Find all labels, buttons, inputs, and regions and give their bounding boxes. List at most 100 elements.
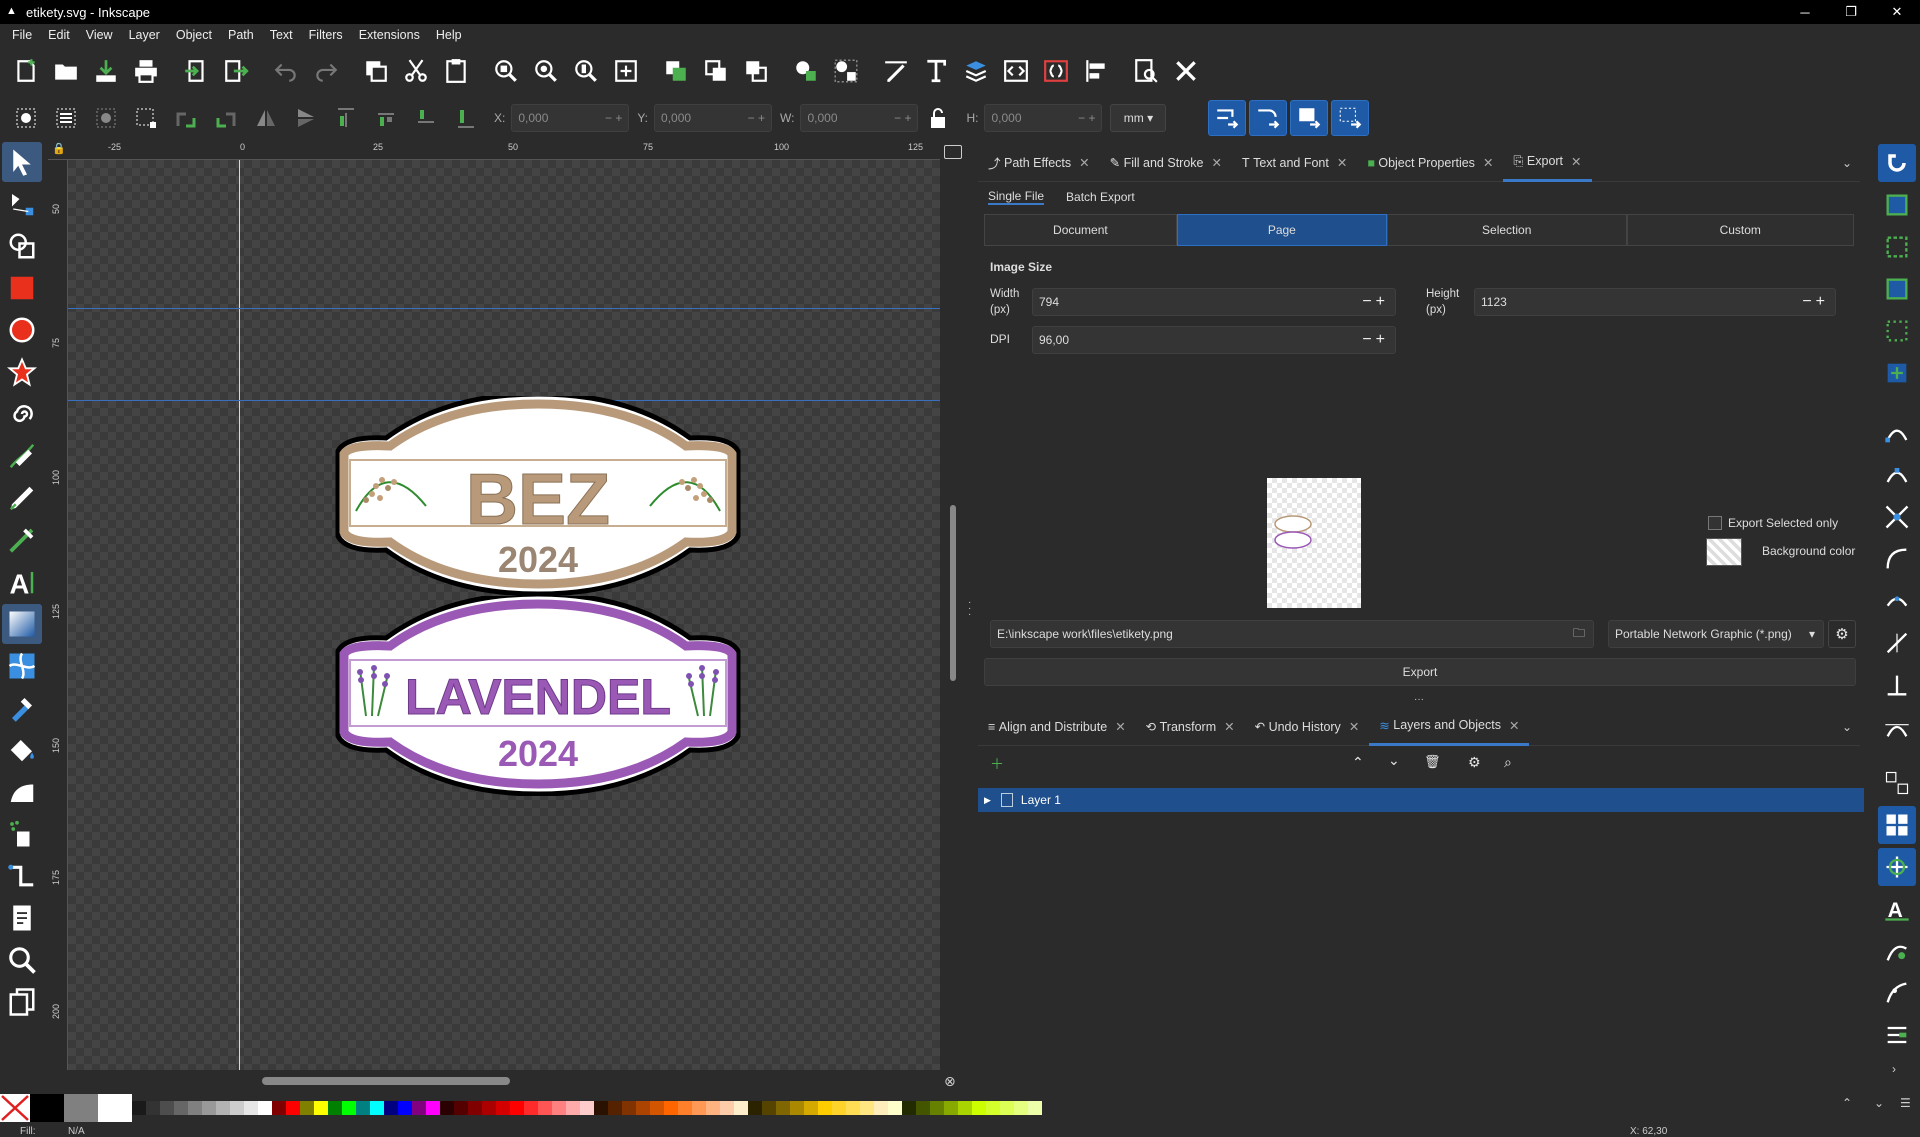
palette-swatch[interactable]	[580, 1101, 594, 1115]
tweak-tool[interactable]	[2, 772, 42, 812]
zoom-center-button[interactable]	[609, 54, 643, 88]
palette-swatch[interactable]	[692, 1101, 706, 1115]
close-icon[interactable]: ✕	[1349, 719, 1359, 734]
palette-swatch[interactable]	[160, 1101, 174, 1115]
export-format-select[interactable]: Portable Network Graphic (*.png) ▾	[1608, 620, 1824, 648]
rotate-cw-button[interactable]	[211, 103, 241, 133]
export-button[interactable]: Export	[984, 658, 1856, 686]
snap-page-border[interactable]	[1878, 806, 1916, 844]
snap-bbox-corners[interactable]	[1878, 270, 1916, 308]
preferences-button[interactable]	[1169, 54, 1203, 88]
palette-scroll-down-icon[interactable]: ⌄	[1874, 1096, 1884, 1110]
search-icon[interactable]: ⌕	[1504, 754, 1512, 771]
close-icon[interactable]: ✕	[1212, 155, 1222, 170]
palette-menu-icon[interactable]: ☰	[1900, 1096, 1911, 1110]
print-button[interactable]	[129, 54, 163, 88]
snap-bbox[interactable]	[1878, 186, 1916, 224]
select-all-button[interactable]	[11, 103, 41, 133]
area-selection-button[interactable]: Selection	[1386, 214, 1627, 246]
selector-tool[interactable]	[2, 142, 42, 182]
snap-line-midpoints[interactable]	[1878, 624, 1916, 662]
palette-swatch[interactable]	[846, 1101, 860, 1115]
export-filename-input[interactable]: E:\inkscape work\files\etikety.png 🗀	[990, 620, 1594, 648]
close-icon[interactable]: ✕	[1483, 155, 1493, 170]
palette-swatch[interactable]	[734, 1101, 748, 1115]
undo-button[interactable]	[269, 54, 303, 88]
delete-trash-icon[interactable]: 🗑	[1424, 754, 1441, 770]
snap-cusp-nodes[interactable]	[1878, 540, 1916, 578]
palette-swatch[interactable]	[454, 1101, 468, 1115]
label-lavendel[interactable]: LAVENDEL 2024	[316, 596, 760, 796]
export-button-toolbar[interactable]	[219, 54, 253, 88]
dpi-input[interactable]: 96,00 −+	[1032, 326, 1396, 354]
horizontal-ruler[interactable]: 🔒 -25 0 25 50 75 100 125	[48, 140, 940, 160]
height-input[interactable]: 1123 −+	[1474, 288, 1836, 316]
palette-swatch[interactable]	[552, 1101, 566, 1115]
group-button[interactable]	[789, 54, 823, 88]
menu-layer[interactable]: Layer	[121, 28, 168, 42]
snap-perpendicular[interactable]	[1878, 666, 1916, 704]
palette-swatch[interactable]	[174, 1101, 188, 1115]
zoom-drawing-button[interactable]	[529, 54, 563, 88]
new-document-button[interactable]	[9, 54, 43, 88]
palette-swatch[interactable]	[986, 1101, 1000, 1115]
spiral-tool[interactable]	[2, 394, 42, 434]
menu-help[interactable]: Help	[428, 28, 470, 42]
palette-swatch[interactable]	[426, 1101, 440, 1115]
fill-stroke-button[interactable]	[879, 54, 913, 88]
palette-swatch[interactable]	[510, 1101, 524, 1115]
snap-alignment[interactable]	[1878, 1016, 1916, 1054]
palette-swatch[interactable]	[832, 1101, 846, 1115]
pen-tool[interactable]	[2, 436, 42, 476]
swatch-white[interactable]	[98, 1094, 132, 1122]
palette-swatch[interactable]	[244, 1101, 258, 1115]
menu-extensions[interactable]: Extensions	[351, 28, 428, 42]
select-all-layers-button[interactable]	[51, 103, 81, 133]
palette-swatch[interactable]	[496, 1101, 510, 1115]
palette-swatch[interactable]	[272, 1101, 286, 1115]
snap-paths[interactable]	[1878, 456, 1916, 494]
zoom-tool[interactable]	[2, 940, 42, 980]
expand-arrow-icon[interactable]: ▶	[984, 795, 991, 806]
rotate-ccw-button[interactable]	[171, 103, 201, 133]
swatch-gray[interactable]	[64, 1094, 98, 1122]
horizontal-guide[interactable]	[68, 308, 940, 309]
measure-tool[interactable]	[2, 982, 42, 1022]
deselect-button[interactable]	[91, 103, 121, 133]
tab-text-font[interactable]: T Text and Font ✕	[1232, 144, 1357, 182]
palette-swatch[interactable]	[258, 1101, 272, 1115]
palette-swatch[interactable]	[230, 1101, 244, 1115]
star-tool[interactable]	[2, 352, 42, 392]
palette-swatch[interactable]	[468, 1101, 482, 1115]
palette-swatch[interactable]	[342, 1101, 356, 1115]
palette-swatch[interactable]	[370, 1101, 384, 1115]
text-tool[interactable]: A	[2, 562, 42, 602]
panel-splitter-handle[interactable]: · · ·	[968, 598, 974, 624]
zoom-selection-button[interactable]	[489, 54, 523, 88]
palette-swatch[interactable]	[398, 1101, 412, 1115]
snap-text-baseline[interactable]: A	[1878, 890, 1916, 928]
pencil-tool[interactable]	[2, 478, 42, 518]
palette-swatch[interactable]	[300, 1101, 314, 1115]
width-stepper[interactable]: −+	[1362, 293, 1389, 311]
paint-bucket-tool[interactable]	[2, 730, 42, 770]
snap-path-mask[interactable]	[1878, 974, 1916, 1012]
clone-button[interactable]	[699, 54, 733, 88]
move-gradients-toggle[interactable]	[1290, 100, 1329, 136]
palette-swatch[interactable]	[804, 1101, 818, 1115]
menu-path[interactable]: Path	[220, 28, 262, 42]
snap-object-centers[interactable]	[1878, 764, 1916, 802]
redo-button[interactable]	[309, 54, 343, 88]
menu-edit[interactable]: Edit	[40, 28, 78, 42]
drawing-canvas[interactable]: BEZ 2024 LAVENDEL 2024	[68, 160, 940, 1070]
close-icon[interactable]: ✕	[1571, 154, 1581, 169]
unit-select[interactable]: mm ▾	[1110, 104, 1167, 132]
palette-swatch[interactable]	[314, 1101, 328, 1115]
snap-smooth-nodes[interactable]	[1878, 582, 1916, 620]
palette-swatch[interactable]	[944, 1101, 958, 1115]
dock-splitter-handle[interactable]: ···	[1414, 694, 1424, 705]
copy-button[interactable]	[359, 54, 393, 88]
area-custom-button[interactable]: Custom	[1626, 214, 1854, 246]
palette-swatch[interactable]	[146, 1101, 160, 1115]
palette-swatch[interactable]	[888, 1101, 902, 1115]
